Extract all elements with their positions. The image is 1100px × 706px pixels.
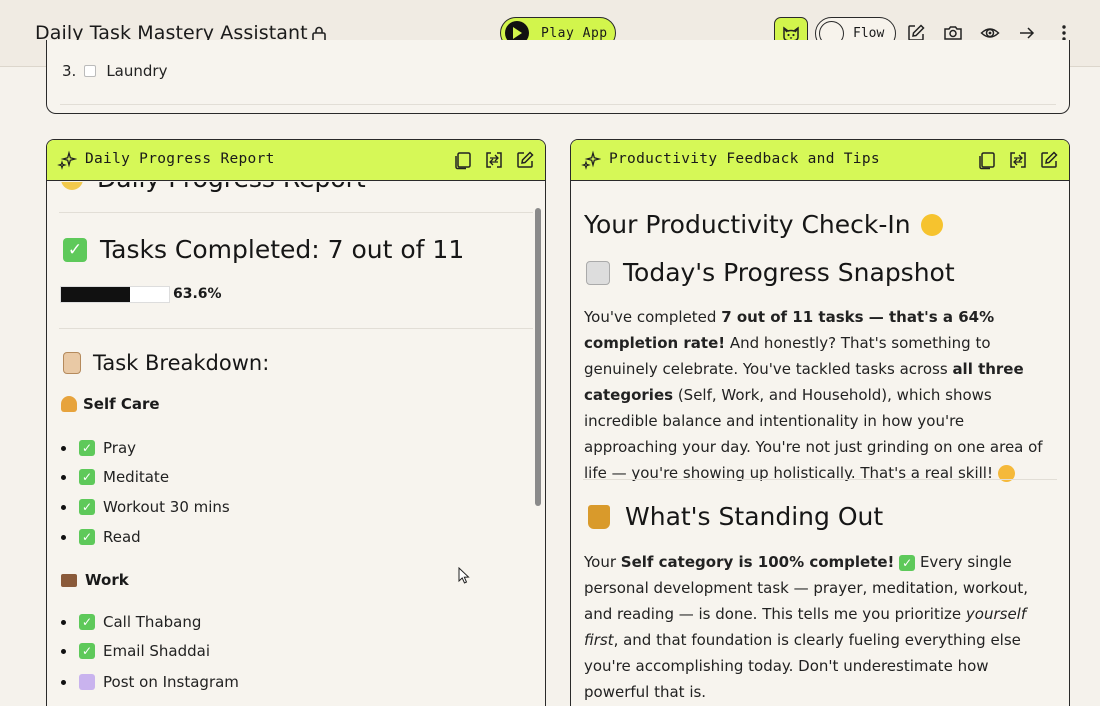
mouse-cursor-icon [458,567,470,584]
flow-label: Flow [853,26,885,41]
edit-icon[interactable] [515,150,535,170]
list-item: 3. Laundry [62,62,167,80]
task-breakdown-heading: Task Breakdown: [63,351,269,375]
progress-percent: 63.6% [173,286,222,302]
panel-body: Daily Progress Report ✓ Tasks Completed:… [47,182,545,706]
list-item-number: 3. [62,62,77,80]
trophy-icon [588,504,610,529]
divider [59,328,533,329]
list-item: ✓ Pray [61,439,136,457]
swap-icon[interactable] [484,150,504,170]
check-icon: ✓ [79,529,95,545]
divider [60,104,1056,105]
divider [59,212,533,213]
panel-header: Productivity Feedback and Tips [571,140,1069,181]
bell-icon [61,182,83,190]
play-app-label: Play App [541,25,608,41]
check-icon: ✓ [79,643,95,659]
scrollbar[interactable] [535,208,541,506]
check-icon: ✓ [79,440,95,456]
pending-square-icon [79,674,95,690]
list-item: ✓ Workout 30 mins [61,498,230,516]
check-icon: ✓ [79,614,95,630]
progress-bar [60,286,170,303]
panel-title: Daily Progress Report [85,151,275,167]
snapshot-heading: Today's Progress Snapshot [586,258,955,287]
self-care-heading: Self Care [61,395,160,413]
task-checkbox[interactable] [84,65,97,77]
sparkle-icon [581,150,601,170]
report-heading: Daily Progress Report [61,182,366,193]
progress-bar-fill [61,287,130,302]
edit-icon[interactable] [1039,150,1059,170]
panel-title: Productivity Feedback and Tips [609,151,880,167]
standing-out-paragraph: Your Self category is 100% complete! ✓ E… [584,553,1029,701]
check-icon: ✓ [79,469,95,485]
tasks-completed-heading: ✓ Tasks Completed: 7 out of 11 [63,235,464,264]
praying-icon [61,396,77,412]
checkin-heading: Your Productivity Check-In [584,210,943,239]
briefcase-icon [61,573,77,587]
sun-icon [920,213,943,236]
work-heading: Work [61,571,129,589]
productivity-feedback-panel: Productivity Feedback and Tips Your Prod… [570,139,1070,706]
clipboard-icon [63,352,81,374]
list-item: ✓ Meditate [61,468,169,486]
panel-body: Your Productivity Check-In Today's Progr… [571,182,1069,706]
bar-chart-icon [586,260,610,285]
check-icon: ✓ [63,237,87,262]
check-icon: ✓ [899,554,916,571]
task-list-card [46,40,1070,114]
divider [583,479,1057,480]
list-item: ✓ Email Shaddai [61,642,210,660]
copy-icon[interactable] [977,150,997,170]
check-icon: ✓ [79,499,95,515]
sparkle-icon [57,150,77,170]
copy-icon[interactable] [453,150,473,170]
standing-out-heading: What's Standing Out [588,502,883,531]
swap-icon[interactable] [1008,150,1028,170]
list-item: Post on Instagram [61,673,239,691]
list-item: ✓ Read [61,528,141,546]
snapshot-paragraph: You've completed 7 out of 11 tasks — tha… [584,308,1043,482]
list-item: ✓ Call Thabang [61,613,201,631]
list-item-label: Laundry [106,62,168,80]
panel-header: Daily Progress Report [47,140,545,181]
daily-progress-panel: Daily Progress Report Daily Progress Rep… [46,139,546,706]
